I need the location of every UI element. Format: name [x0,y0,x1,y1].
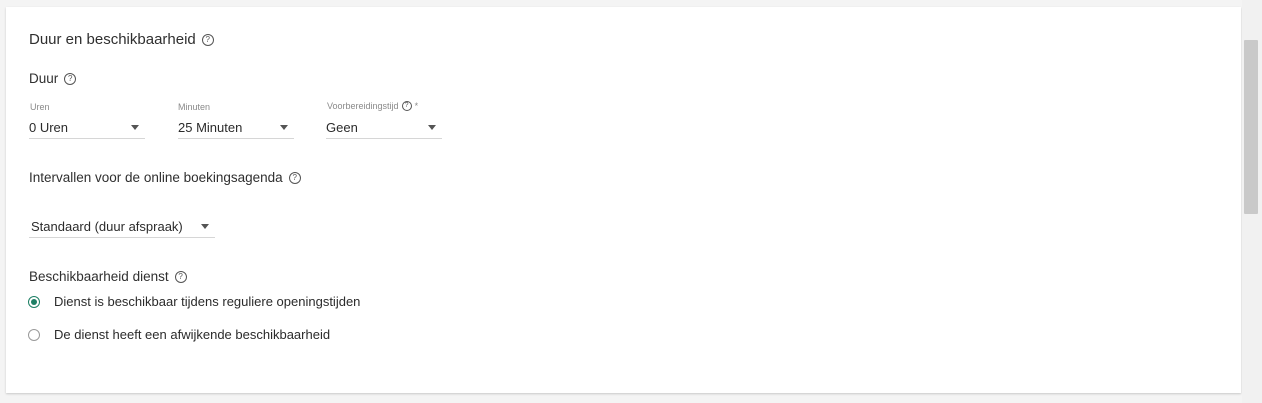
radio-button-checked[interactable] [28,295,40,308]
caret-down-icon [280,125,288,130]
intervals-title: Intervallen voor de online boekingsagend… [29,170,301,185]
radio-button[interactable] [28,328,40,341]
minutes-label: Minuten [178,102,210,112]
availability-option-label: De dienst heeft een afwijkende beschikba… [54,327,331,342]
duration-title: Duur ? [29,71,77,86]
prep-label-text: Voorbereidingstijd [327,101,399,111]
scrollbar-thumb[interactable] [1244,40,1258,214]
intervals-select[interactable]: Standaard (duur afspraak) [29,216,215,238]
availability-option-custom[interactable]: De dienst heeft een afwijkende beschikba… [28,327,330,342]
caret-down-icon [428,125,436,130]
availability-title-text: Beschikbaarheid dienst [29,269,169,284]
availability-option-label: Dienst is beschikbaar tijdens reguliere … [54,294,361,309]
caret-down-icon [201,224,209,229]
prep-select[interactable]: Geen [326,117,442,139]
availability-option-regular[interactable]: Dienst is beschikbaar tijdens reguliere … [28,294,360,309]
hours-label: Uren [30,102,50,112]
radio-dot [31,298,37,305]
intervals-value: Standaard (duur afspraak) [31,219,183,234]
required-mark: * [414,101,419,111]
minutes-value: 25 Minuten [178,120,243,135]
minutes-label-text: Minuten [178,102,211,112]
help-circle-icon[interactable]: ? [174,270,187,283]
prep-value: Geen [326,120,358,135]
hours-value: 0 Uren [29,120,69,135]
caret-down-icon [131,125,139,130]
help-circle-icon[interactable]: ? [288,171,301,184]
section-title: Duur en beschikbaarheid ? [29,31,214,48]
help-circle-icon[interactable]: ? [201,33,214,46]
help-circle-icon[interactable]: ? [401,101,412,111]
help-circle-icon[interactable]: ? [64,72,77,85]
duration-title-text: Duur [29,71,59,86]
availability-title: Beschikbaarheid dienst ? [29,269,187,284]
hours-select[interactable]: 0 Uren [29,117,145,139]
prep-label: Voorbereidingstijd ? * [327,101,418,111]
hours-label-text: Uren [30,102,50,112]
minutes-select[interactable]: 25 Minuten [178,117,294,139]
section-title-text: Duur en beschikbaarheid [29,31,196,48]
intervals-title-text: Intervallen voor de online boekingsagend… [29,170,283,185]
